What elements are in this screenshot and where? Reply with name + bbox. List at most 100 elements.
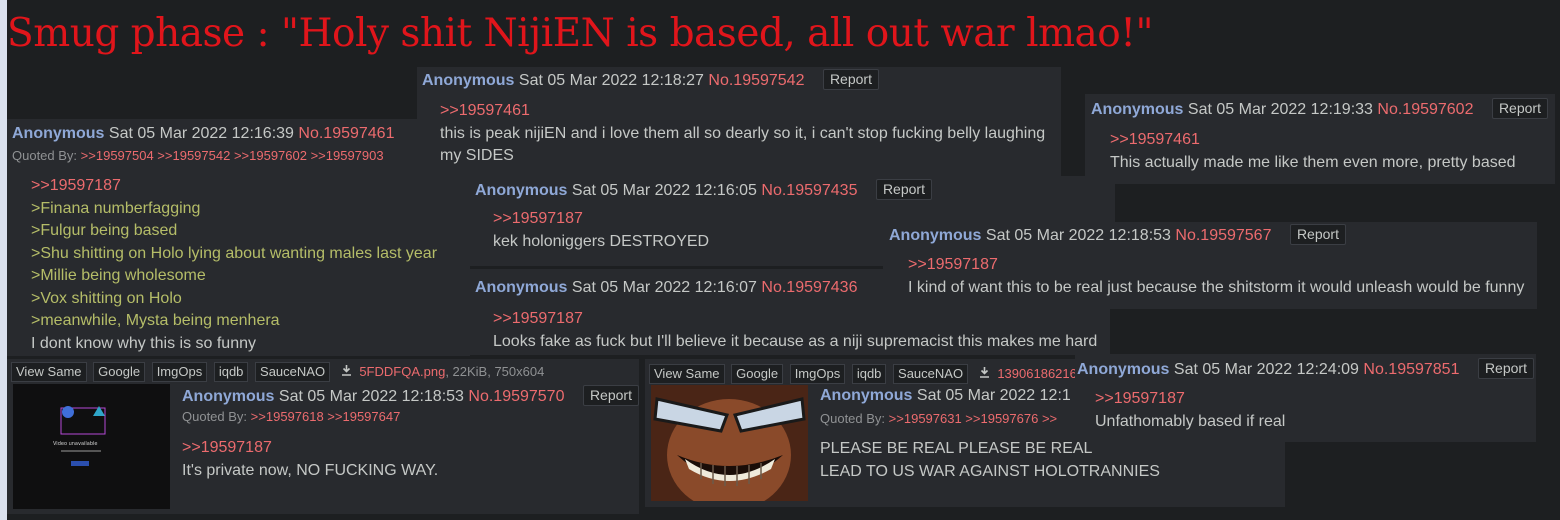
- post-number-link[interactable]: No.19597435: [761, 182, 857, 199]
- quoted-by-label: Quoted By:: [182, 409, 248, 424]
- quoted-by-links[interactable]: >>19597618 >>19597647: [251, 409, 401, 424]
- iqdb-button[interactable]: iqdb: [213, 362, 249, 382]
- quoted-by: Quoted By: >>19597504 >>19597542 >>19597…: [12, 148, 384, 164]
- file-info: View Same Google ImgOps iqdb SauceNAO 5F…: [11, 362, 544, 382]
- report-button[interactable]: Report: [822, 69, 879, 90]
- post-number-link[interactable]: No.19597461: [298, 125, 394, 142]
- file-name-link[interactable]: 5FDDFQA.png: [359, 364, 445, 379]
- post-body: >>19597187 It's private now, NO FUCKING …: [182, 437, 438, 482]
- post-date: Sat 05 Mar 2022 12:18:53: [985, 227, 1171, 244]
- post-text: Looks fake as fuck but I'll believe it b…: [493, 332, 1098, 350]
- post-number-link[interactable]: No.19597436: [761, 279, 857, 296]
- grinning-face-thumbnail: [651, 385, 808, 501]
- google-search-button[interactable]: Google: [731, 364, 784, 384]
- post-number-link[interactable]: No.19597851: [1363, 361, 1459, 378]
- meme-caption: Smug phase : "Holy shit NijiEN is based,…: [7, 11, 1153, 56]
- greentext-line: >Vox shitting on Holo: [31, 289, 182, 307]
- post-header: Anonymous Sat 05 Mar 2022 12:19:33 No.19…: [1091, 98, 1548, 120]
- post-number-link[interactable]: No.19597542: [708, 72, 804, 89]
- greentext-line: >meanwhile, Mysta being menhera: [31, 312, 280, 329]
- post-date: Sat 05 Mar 2022 12:24:09: [1173, 361, 1359, 378]
- post-date: Sat 05 Mar 2022 12:16:05: [571, 182, 757, 199]
- post-text: It's private now, NO FUCKING WAY.: [182, 461, 439, 479]
- greentext-line: >Finana numberfagging: [31, 199, 201, 217]
- quoted-by-label: Quoted By:: [820, 411, 886, 426]
- post-text: kek holoniggers DESTROYED: [493, 232, 710, 250]
- post-text: This actually made me like them even mor…: [1110, 153, 1516, 171]
- quoted-by-links[interactable]: >>19597504 >>19597542 >>19597602 >>19597…: [81, 148, 384, 163]
- report-button[interactable]: Report: [582, 385, 639, 406]
- quote-link[interactable]: >>19597187: [31, 175, 437, 198]
- quote-link[interactable]: >>19597187: [493, 308, 1097, 331]
- post-number-link[interactable]: No.19597602: [1377, 101, 1473, 118]
- post-19597602: Anonymous Sat 05 Mar 2022 12:19:33 No.19…: [1085, 94, 1555, 184]
- saucenao-button[interactable]: SauceNAO: [893, 364, 969, 384]
- post-body: >>19597187 Looks fake as fuck but I'll b…: [493, 308, 1097, 353]
- post-body: >>19597461 this is peak nijiEN and i lov…: [440, 100, 1045, 168]
- post-number-link[interactable]: No.19597567: [1175, 227, 1271, 244]
- quote-link[interactable]: >>19597187: [182, 437, 438, 460]
- poster-name: Anonymous: [820, 387, 913, 404]
- post-date: Sat 05 Mar 2022 12:1: [916, 387, 1071, 404]
- post-body: >>19597187 Unfathomably based if real: [1095, 388, 1285, 433]
- view-same-button[interactable]: View Same: [11, 362, 87, 382]
- report-button[interactable]: Report: [875, 179, 932, 200]
- greentext-line: >Shu shitting on Holo lying about wantin…: [31, 244, 438, 262]
- post-text: this is peak nijiEN and i love them all …: [440, 124, 1046, 142]
- iqdb-button[interactable]: iqdb: [851, 364, 887, 384]
- post-text: my SIDES: [440, 147, 514, 164]
- left-border-strip: [0, 0, 7, 520]
- post-header: Anonymous Sat 05 Mar 2022 12:16:07 No.19…: [475, 278, 857, 298]
- poster-name: Anonymous: [1091, 101, 1184, 118]
- imgops-button[interactable]: ImgOps: [789, 364, 846, 384]
- quoted-by: Quoted By: >>19597631 >>19597676 >>: [820, 411, 1057, 427]
- report-button[interactable]: Report: [1477, 358, 1534, 379]
- greentext-line: >Fulgur being based: [31, 222, 178, 239]
- post-date: Sat 05 Mar 2022 12:16:07: [571, 279, 757, 296]
- post-header: Anonymous Sat 05 Mar 2022 12:18:27 No.19…: [422, 69, 879, 91]
- poster-name: Anonymous: [475, 279, 568, 296]
- quoted-by-links[interactable]: >>19597631 >>19597676 >>: [889, 411, 1057, 426]
- post-date: Sat 05 Mar 2022 12:19:33: [1187, 101, 1373, 118]
- quote-link[interactable]: >>19597187: [908, 254, 1524, 277]
- post-body: >>19597187 I kind of want this to be rea…: [908, 254, 1524, 299]
- post-thumbnail[interactable]: [651, 385, 808, 501]
- report-button[interactable]: Report: [1491, 98, 1548, 119]
- report-button[interactable]: Report: [1289, 224, 1346, 245]
- poster-name: Anonymous: [475, 182, 568, 199]
- imgops-button[interactable]: ImgOps: [151, 362, 208, 382]
- google-search-button[interactable]: Google: [93, 362, 146, 382]
- saucenao-button[interactable]: SauceNAO: [255, 362, 331, 382]
- post-text: I kind of want this to be real just beca…: [908, 278, 1525, 296]
- poster-name: Anonymous: [1077, 361, 1170, 378]
- quoted-by-label: Quoted By:: [12, 148, 78, 163]
- post-header: Anonymous Sat 05 Mar 2022 12:18:53 No.19…: [182, 385, 639, 407]
- download-icon[interactable]: [979, 366, 994, 381]
- post-19597542: Anonymous Sat 05 Mar 2022 12:18:27 No.19…: [417, 67, 1061, 176]
- post-body: PLEASE BE REAL PLEASE BE REAL LEAD TO US…: [820, 438, 1160, 483]
- thumbnail-text: Video unavailable: [53, 441, 98, 447]
- post-body: >>19597187 >Finana numberfagging >Fulgur…: [31, 175, 437, 355]
- post-body: >>19597461 This actually made me like th…: [1110, 129, 1516, 174]
- view-same-button[interactable]: View Same: [649, 364, 725, 384]
- quote-link[interactable]: >>19597461: [440, 100, 1045, 123]
- quote-link[interactable]: >>19597187: [1095, 388, 1285, 411]
- post-header: Anonymous Sat 05 Mar 2022 12:1: [820, 386, 1071, 406]
- poster-name: Anonymous: [422, 72, 515, 89]
- file-name-link[interactable]: 13906186216: [997, 366, 1077, 381]
- quote-link[interactable]: >>19597461: [1110, 129, 1516, 152]
- post-header: Anonymous Sat 05 Mar 2022 12:16:05 No.19…: [475, 179, 932, 201]
- post-date: Sat 05 Mar 2022 12:16:39: [108, 125, 294, 142]
- post-thumbnail[interactable]: Video unavailable: [13, 384, 170, 509]
- post-header: Anonymous Sat 05 Mar 2022 12:16:39 No.19…: [12, 124, 394, 144]
- post-19597570: View Same Google ImgOps iqdb SauceNAO 5F…: [7, 359, 639, 514]
- post-header: Anonymous Sat 05 Mar 2022 12:18:53 No.19…: [889, 224, 1346, 246]
- quote-link[interactable]: >>19597187: [493, 208, 709, 231]
- poster-name: Anonymous: [182, 388, 275, 405]
- post-body: >>19597187 kek holoniggers DESTROYED: [493, 208, 709, 253]
- greentext-line: >Millie being wholesome: [31, 267, 206, 284]
- post-text: I dont know why this is so funny: [31, 334, 256, 352]
- download-icon[interactable]: [341, 364, 356, 379]
- post-number-link[interactable]: No.19597570: [468, 388, 564, 405]
- post-date: Sat 05 Mar 2022 12:18:53: [278, 388, 464, 405]
